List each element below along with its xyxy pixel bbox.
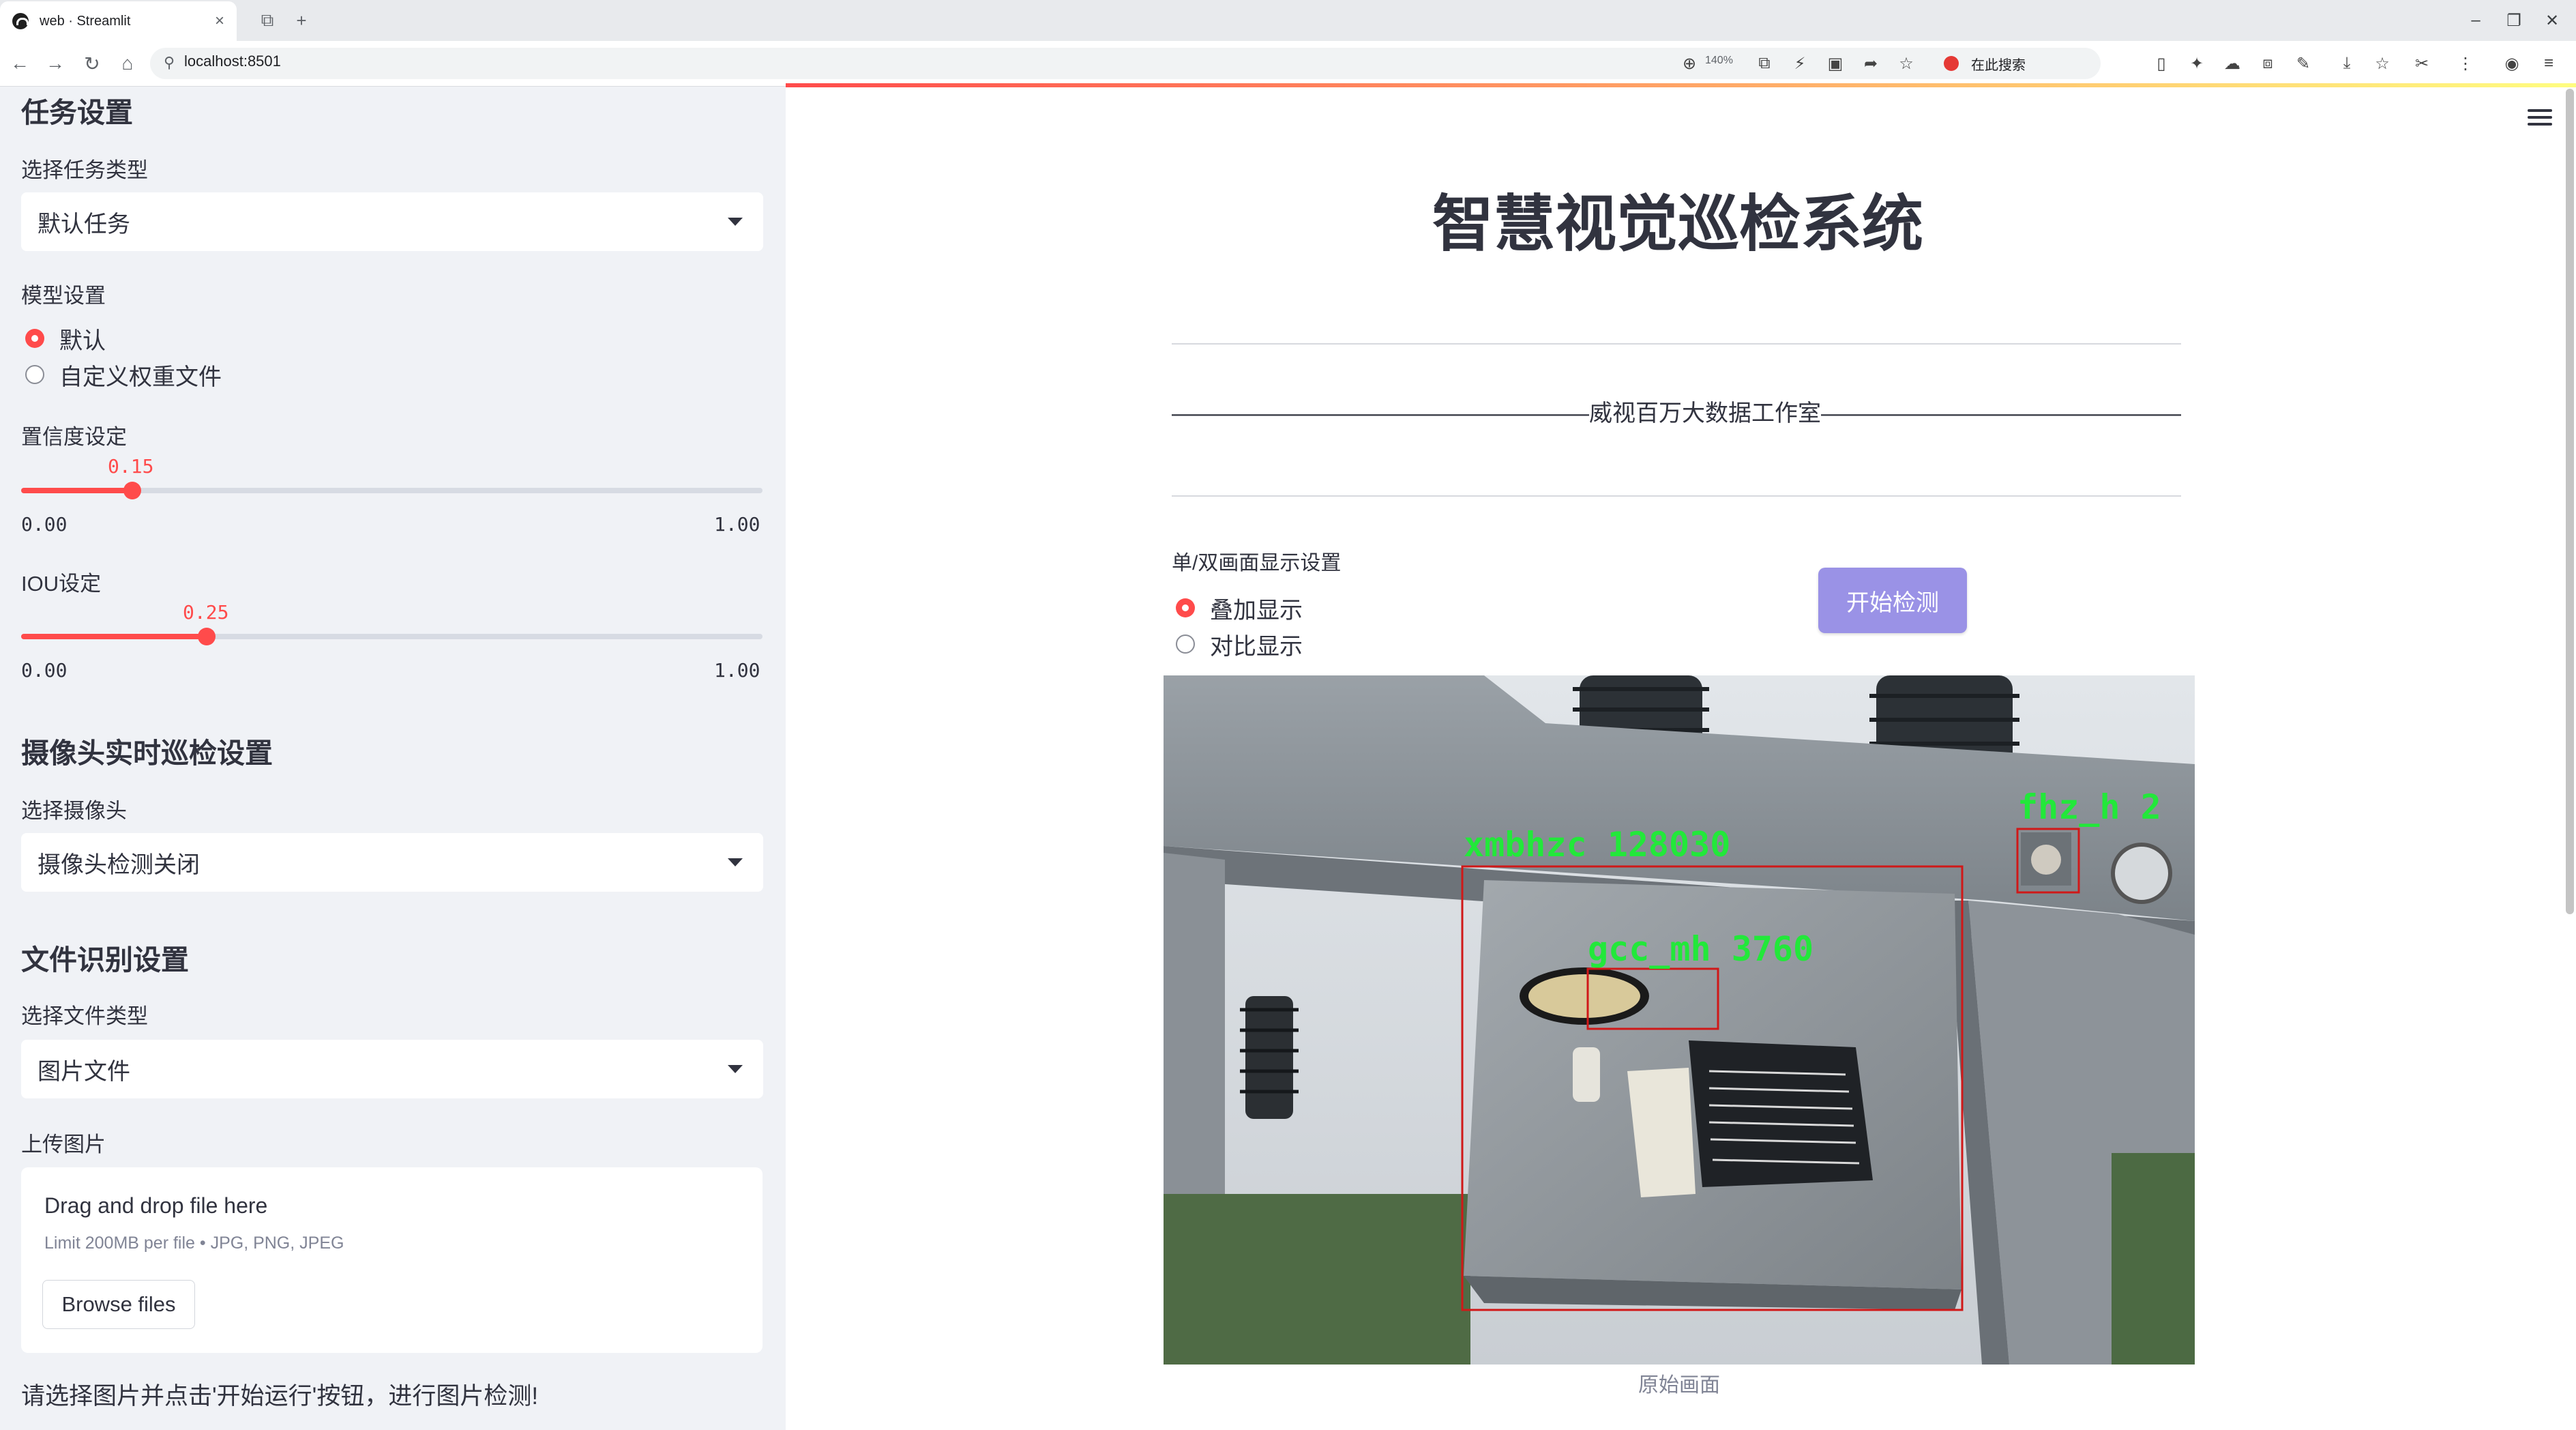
model-settings-label: 模型设置 bbox=[21, 284, 106, 308]
download-icon[interactable]: ⤓ bbox=[2333, 49, 2361, 78]
confidence-max: 1.00 bbox=[714, 513, 760, 536]
file-settings-heading: 文件识别设置 bbox=[21, 944, 189, 976]
search-engine-icon bbox=[1944, 56, 1959, 71]
sidebar-instruction: 请选择图片并点击'开始运行'按钮，进行图片检测! bbox=[21, 1383, 539, 1410]
streamlit-favicon-icon bbox=[12, 13, 29, 29]
display-option-label: 对比显示 bbox=[1210, 633, 1303, 660]
extension-color-icon[interactable]: ✦ bbox=[2182, 49, 2211, 78]
camera-value: 摄像头检测关闭 bbox=[38, 851, 200, 878]
confidence-slider-thumb[interactable] bbox=[123, 482, 142, 499]
more-menu-icon[interactable]: ⋮ bbox=[2451, 49, 2480, 78]
confidence-label: 置信度设定 bbox=[21, 425, 127, 449]
search-placeholder: 在此搜索 bbox=[1971, 57, 2026, 73]
display-mode-label: 单/双画面显示设置 bbox=[1172, 552, 1342, 574]
file-type-select[interactable]: 图片文件 bbox=[21, 1040, 763, 1098]
start-detection-button[interactable]: 开始检测 bbox=[1818, 568, 1967, 633]
browser-tab-strip bbox=[0, 0, 2576, 41]
studio-subtitle: ——————————————————威视百万大数据工作室————————————… bbox=[1172, 400, 2181, 426]
display-option-label: 叠加显示 bbox=[1210, 597, 1303, 624]
file-type-value: 图片文件 bbox=[38, 1058, 130, 1085]
camera-label: 选择摄像头 bbox=[21, 799, 127, 823]
dropzone-limit: Limit 200MB per file • JPG, PNG, JPEG bbox=[44, 1234, 344, 1253]
reload-icon[interactable]: ↻ bbox=[78, 49, 106, 78]
camera-settings-heading: 摄像头实时巡检设置 bbox=[21, 738, 273, 769]
browser-menu-icon[interactable]: ≡ bbox=[2534, 49, 2563, 78]
extension-translate-icon[interactable]: ⧈ bbox=[2253, 49, 2282, 78]
radio-selected-icon[interactable] bbox=[25, 329, 44, 348]
chevron-down-icon bbox=[728, 1065, 743, 1073]
model-option-custom[interactable]: 自定义权重文件 bbox=[25, 358, 222, 392]
iou-value: 0.25 bbox=[183, 601, 229, 624]
url-text[interactable]: localhost:8501 bbox=[184, 53, 281, 70]
screenshot-icon[interactable]: ▣ bbox=[1821, 49, 1850, 78]
translate-icon[interactable]: ⧉ bbox=[1750, 49, 1779, 78]
chevron-down-icon bbox=[728, 218, 743, 226]
iou-slider-thumb[interactable] bbox=[197, 628, 216, 645]
image-caption: 原始画面 bbox=[1638, 1374, 1720, 1397]
flash-icon[interactable]: ⚡ bbox=[1786, 49, 1814, 78]
display-option-overlay[interactable]: 叠加显示 bbox=[1176, 591, 1303, 625]
task-settings-heading: 任务设置 bbox=[21, 97, 133, 128]
browse-files-button[interactable]: Browse files bbox=[42, 1280, 195, 1329]
detection-result-image: xmbhzc 128030 gcc_mh 3760 fhz_h 2 bbox=[1164, 675, 2195, 1365]
page-title: 智慧视觉巡检系统 bbox=[1432, 190, 1923, 259]
divider bbox=[1172, 343, 2181, 345]
forward-icon[interactable]: → bbox=[41, 49, 70, 78]
task-type-value: 默认任务 bbox=[38, 211, 130, 237]
file-type-label: 选择文件类型 bbox=[21, 1004, 148, 1028]
restore-icon[interactable]: ❐ bbox=[2493, 5, 2534, 35]
model-option-label: 自定义权重文件 bbox=[59, 364, 222, 390]
new-tab-icon[interactable]: + bbox=[288, 7, 315, 34]
minimize-icon[interactable]: – bbox=[2455, 5, 2496, 35]
share-icon[interactable]: ➦ bbox=[1856, 49, 1885, 78]
model-option-default[interactable]: 默认 bbox=[25, 321, 106, 355]
tab-title: web · Streamlit bbox=[40, 13, 131, 29]
detection-label: gcc_mh 3760 bbox=[1588, 929, 1813, 969]
site-info-icon[interactable]: ⚲ bbox=[158, 52, 180, 74]
detection-label: xmbhzc 128030 bbox=[1464, 825, 1730, 864]
home-icon[interactable]: ⌂ bbox=[113, 49, 142, 78]
task-type-label: 选择任务类型 bbox=[21, 158, 148, 182]
iou-label: IOU设定 bbox=[21, 572, 102, 596]
search-box[interactable]: 在此搜索 bbox=[1937, 49, 2142, 78]
browser-tab[interactable]: web · Streamlit × bbox=[0, 1, 237, 41]
dropzone-title: Drag and drop file here bbox=[44, 1193, 268, 1218]
hamburger-menu-icon[interactable] bbox=[2528, 105, 2552, 130]
confidence-slider-fill bbox=[21, 488, 133, 493]
radio-unselected-icon[interactable] bbox=[25, 365, 44, 384]
reading-mode-icon[interactable]: ▯ bbox=[2147, 49, 2176, 78]
tab-group-icon[interactable]: ⧉ bbox=[254, 7, 281, 34]
task-type-select[interactable]: 默认任务 bbox=[21, 192, 763, 251]
close-window-icon[interactable]: ✕ bbox=[2532, 5, 2573, 35]
favorites-icon[interactable]: ☆ bbox=[2368, 49, 2397, 78]
model-option-label: 默认 bbox=[59, 327, 106, 354]
camera-select[interactable]: 摄像头检测关闭 bbox=[21, 833, 763, 892]
extension-cloud-icon[interactable]: ☁ bbox=[2218, 49, 2247, 78]
zoom-level[interactable]: 140% bbox=[1705, 55, 1733, 67]
page-scrollbar[interactable] bbox=[2566, 89, 2574, 914]
zoom-icon[interactable]: ⊕ bbox=[1675, 49, 1704, 78]
iou-min: 0.00 bbox=[21, 659, 68, 682]
bookmark-star-icon[interactable]: ☆ bbox=[1892, 49, 1921, 78]
display-option-compare[interactable]: 对比显示 bbox=[1176, 627, 1303, 661]
iou-slider-fill bbox=[21, 634, 207, 639]
header-decoration bbox=[786, 83, 2576, 87]
iou-max: 1.00 bbox=[714, 659, 760, 682]
confidence-min: 0.00 bbox=[21, 513, 68, 536]
detection-label: fhz_h 2 bbox=[2017, 787, 2161, 827]
upload-label: 上传图片 bbox=[21, 1133, 106, 1156]
back-icon[interactable]: ← bbox=[5, 49, 34, 78]
cut-icon[interactable]: ✂ bbox=[2408, 49, 2436, 78]
extension-pen-icon[interactable]: ✎ bbox=[2289, 49, 2318, 78]
confidence-value: 0.15 bbox=[108, 455, 154, 478]
divider bbox=[1172, 495, 2181, 497]
radio-selected-icon[interactable] bbox=[1176, 598, 1195, 617]
profile-avatar-icon[interactable]: ◉ bbox=[2498, 49, 2526, 78]
close-tab-icon[interactable]: × bbox=[209, 12, 230, 31]
radio-unselected-icon[interactable] bbox=[1176, 634, 1195, 654]
chevron-down-icon bbox=[728, 858, 743, 866]
